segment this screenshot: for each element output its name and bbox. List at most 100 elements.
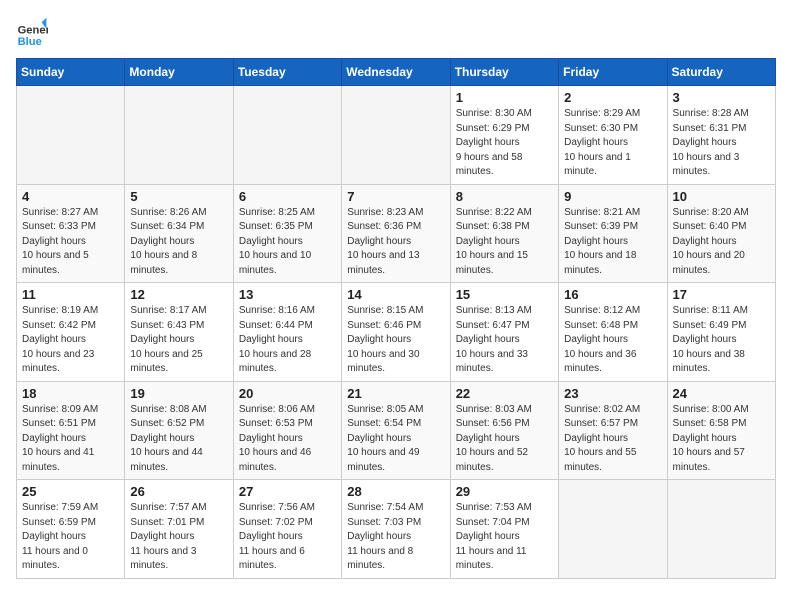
day-info: Sunrise: 8:25 AM Sunset: 6:35 PM Dayligh… (239, 206, 336, 279)
calendar-cell (17, 86, 125, 185)
day-number: 21 (347, 386, 444, 401)
day-number: 18 (22, 386, 119, 401)
calendar-cell: 1 Sunrise: 8:30 AM Sunset: 6:29 PM Dayli… (450, 86, 558, 185)
calendar-cell (233, 86, 341, 185)
day-info: Sunrise: 8:08 AM Sunset: 6:52 PM Dayligh… (130, 403, 227, 476)
day-number: 6 (239, 189, 336, 204)
svg-text:General: General (18, 25, 48, 37)
day-number: 7 (347, 189, 444, 204)
day-number: 25 (22, 484, 119, 499)
calendar-cell (559, 480, 667, 579)
day-number: 12 (130, 287, 227, 302)
calendar-cell: 18 Sunrise: 8:09 AM Sunset: 6:51 PM Dayl… (17, 381, 125, 480)
day-info: Sunrise: 8:21 AM Sunset: 6:39 PM Dayligh… (564, 206, 661, 279)
day-number: 2 (564, 90, 661, 105)
col-header-monday: Monday (125, 59, 233, 86)
calendar-cell: 17 Sunrise: 8:11 AM Sunset: 6:49 PM Dayl… (667, 283, 775, 382)
day-number: 13 (239, 287, 336, 302)
day-info: Sunrise: 7:53 AM Sunset: 7:04 PM Dayligh… (456, 501, 553, 574)
day-info: Sunrise: 8:23 AM Sunset: 6:36 PM Dayligh… (347, 206, 444, 279)
day-info: Sunrise: 8:13 AM Sunset: 6:47 PM Dayligh… (456, 304, 553, 377)
calendar-week-row: 4 Sunrise: 8:27 AM Sunset: 6:33 PM Dayli… (17, 184, 776, 283)
day-number: 17 (673, 287, 770, 302)
day-info: Sunrise: 7:56 AM Sunset: 7:02 PM Dayligh… (239, 501, 336, 574)
calendar-week-row: 1 Sunrise: 8:30 AM Sunset: 6:29 PM Dayli… (17, 86, 776, 185)
calendar-cell: 22 Sunrise: 8:03 AM Sunset: 6:56 PM Dayl… (450, 381, 558, 480)
calendar-cell: 13 Sunrise: 8:16 AM Sunset: 6:44 PM Dayl… (233, 283, 341, 382)
day-info: Sunrise: 8:09 AM Sunset: 6:51 PM Dayligh… (22, 403, 119, 476)
day-info: Sunrise: 7:59 AM Sunset: 6:59 PM Dayligh… (22, 501, 119, 574)
calendar-week-row: 11 Sunrise: 8:19 AM Sunset: 6:42 PM Dayl… (17, 283, 776, 382)
col-header-wednesday: Wednesday (342, 59, 450, 86)
calendar-cell: 9 Sunrise: 8:21 AM Sunset: 6:39 PM Dayli… (559, 184, 667, 283)
day-info: Sunrise: 8:05 AM Sunset: 6:54 PM Dayligh… (347, 403, 444, 476)
calendar-cell: 19 Sunrise: 8:08 AM Sunset: 6:52 PM Dayl… (125, 381, 233, 480)
day-info: Sunrise: 8:17 AM Sunset: 6:43 PM Dayligh… (130, 304, 227, 377)
calendar-cell: 28 Sunrise: 7:54 AM Sunset: 7:03 PM Dayl… (342, 480, 450, 579)
day-number: 10 (673, 189, 770, 204)
calendar-cell: 27 Sunrise: 7:56 AM Sunset: 7:02 PM Dayl… (233, 480, 341, 579)
day-info: Sunrise: 7:54 AM Sunset: 7:03 PM Dayligh… (347, 501, 444, 574)
day-info: Sunrise: 8:28 AM Sunset: 6:31 PM Dayligh… (673, 107, 770, 180)
day-number: 27 (239, 484, 336, 499)
calendar-cell (667, 480, 775, 579)
col-header-friday: Friday (559, 59, 667, 86)
day-info: Sunrise: 8:16 AM Sunset: 6:44 PM Dayligh… (239, 304, 336, 377)
logo: General Blue (16, 16, 48, 48)
logo-icon: General Blue (16, 16, 48, 48)
day-number: 28 (347, 484, 444, 499)
day-info: Sunrise: 8:20 AM Sunset: 6:40 PM Dayligh… (673, 206, 770, 279)
day-number: 26 (130, 484, 227, 499)
calendar-cell: 20 Sunrise: 8:06 AM Sunset: 6:53 PM Dayl… (233, 381, 341, 480)
day-number: 15 (456, 287, 553, 302)
day-number: 9 (564, 189, 661, 204)
calendar-header-row: SundayMondayTuesdayWednesdayThursdayFrid… (17, 59, 776, 86)
calendar-cell: 24 Sunrise: 8:00 AM Sunset: 6:58 PM Dayl… (667, 381, 775, 480)
day-number: 1 (456, 90, 553, 105)
col-header-thursday: Thursday (450, 59, 558, 86)
day-info: Sunrise: 8:29 AM Sunset: 6:30 PM Dayligh… (564, 107, 661, 180)
day-info: Sunrise: 8:02 AM Sunset: 6:57 PM Dayligh… (564, 403, 661, 476)
calendar-table: SundayMondayTuesdayWednesdayThursdayFrid… (16, 58, 776, 579)
day-info: Sunrise: 8:12 AM Sunset: 6:48 PM Dayligh… (564, 304, 661, 377)
day-info: Sunrise: 8:06 AM Sunset: 6:53 PM Dayligh… (239, 403, 336, 476)
calendar-cell: 14 Sunrise: 8:15 AM Sunset: 6:46 PM Dayl… (342, 283, 450, 382)
calendar-cell (125, 86, 233, 185)
day-number: 14 (347, 287, 444, 302)
col-header-saturday: Saturday (667, 59, 775, 86)
day-info: Sunrise: 7:57 AM Sunset: 7:01 PM Dayligh… (130, 501, 227, 574)
day-number: 24 (673, 386, 770, 401)
day-number: 4 (22, 189, 119, 204)
day-info: Sunrise: 8:26 AM Sunset: 6:34 PM Dayligh… (130, 206, 227, 279)
day-number: 16 (564, 287, 661, 302)
day-number: 22 (456, 386, 553, 401)
calendar-cell: 21 Sunrise: 8:05 AM Sunset: 6:54 PM Dayl… (342, 381, 450, 480)
svg-text:Blue: Blue (18, 36, 42, 48)
day-number: 3 (673, 90, 770, 105)
day-number: 29 (456, 484, 553, 499)
day-number: 5 (130, 189, 227, 204)
calendar-cell: 10 Sunrise: 8:20 AM Sunset: 6:40 PM Dayl… (667, 184, 775, 283)
calendar-cell: 25 Sunrise: 7:59 AM Sunset: 6:59 PM Dayl… (17, 480, 125, 579)
day-info: Sunrise: 8:15 AM Sunset: 6:46 PM Dayligh… (347, 304, 444, 377)
day-number: 20 (239, 386, 336, 401)
calendar-cell: 7 Sunrise: 8:23 AM Sunset: 6:36 PM Dayli… (342, 184, 450, 283)
calendar-cell: 3 Sunrise: 8:28 AM Sunset: 6:31 PM Dayli… (667, 86, 775, 185)
calendar-cell: 12 Sunrise: 8:17 AM Sunset: 6:43 PM Dayl… (125, 283, 233, 382)
calendar-cell: 26 Sunrise: 7:57 AM Sunset: 7:01 PM Dayl… (125, 480, 233, 579)
day-number: 19 (130, 386, 227, 401)
day-info: Sunrise: 8:27 AM Sunset: 6:33 PM Dayligh… (22, 206, 119, 279)
calendar-cell: 15 Sunrise: 8:13 AM Sunset: 6:47 PM Dayl… (450, 283, 558, 382)
day-info: Sunrise: 8:22 AM Sunset: 6:38 PM Dayligh… (456, 206, 553, 279)
calendar-week-row: 25 Sunrise: 7:59 AM Sunset: 6:59 PM Dayl… (17, 480, 776, 579)
calendar-cell: 16 Sunrise: 8:12 AM Sunset: 6:48 PM Dayl… (559, 283, 667, 382)
calendar-cell: 29 Sunrise: 7:53 AM Sunset: 7:04 PM Dayl… (450, 480, 558, 579)
day-info: Sunrise: 8:19 AM Sunset: 6:42 PM Dayligh… (22, 304, 119, 377)
day-info: Sunrise: 8:30 AM Sunset: 6:29 PM Dayligh… (456, 107, 553, 180)
calendar-cell: 6 Sunrise: 8:25 AM Sunset: 6:35 PM Dayli… (233, 184, 341, 283)
calendar-cell: 5 Sunrise: 8:26 AM Sunset: 6:34 PM Dayli… (125, 184, 233, 283)
day-number: 8 (456, 189, 553, 204)
calendar-cell: 4 Sunrise: 8:27 AM Sunset: 6:33 PM Dayli… (17, 184, 125, 283)
col-header-tuesday: Tuesday (233, 59, 341, 86)
day-info: Sunrise: 8:11 AM Sunset: 6:49 PM Dayligh… (673, 304, 770, 377)
